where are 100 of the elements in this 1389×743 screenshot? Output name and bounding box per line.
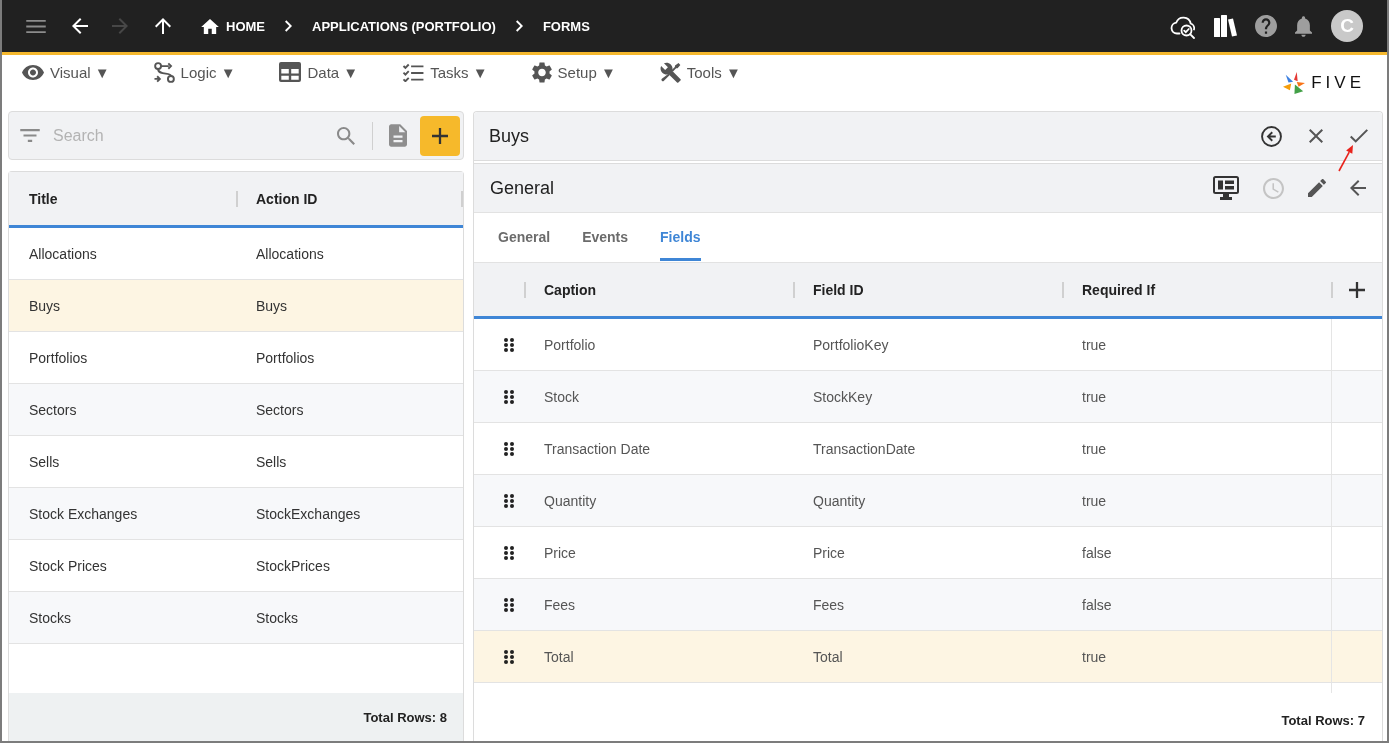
table-row[interactable]: Stock StockKey true [474,371,1382,423]
menu-button[interactable]: Setup ▼ [531,61,616,83]
drag-handle-icon[interactable] [504,389,514,404]
checklist-icon [402,62,425,82]
document-icon[interactable] [389,124,407,147]
table-cell: StockKey [813,388,873,405]
search-field[interactable]: Search [53,123,337,148]
list-row[interactable]: Buys Buys [9,280,463,332]
row-count: Total Rows: 8 [363,709,447,725]
search-icon[interactable] [337,126,355,145]
table-cell: StockPrices [256,557,330,574]
menu-button[interactable]: Tasks ▼ [402,61,488,83]
list-row[interactable]: Stock Exchanges StockExchanges [9,488,463,540]
table-cell: Sectors [256,401,304,418]
close-icon[interactable] [1309,129,1323,143]
table-cell: TransactionDate [813,440,916,457]
chevron-right-icon [515,20,523,32]
breadcrumb-link[interactable]: FORMS [542,18,590,34]
table-cell: Quantity [813,492,866,509]
drag-handle-icon[interactable] [504,545,514,560]
drag-handle-icon[interactable] [504,597,514,612]
column-header[interactable]: Title [9,172,236,225]
gear-icon [531,61,552,83]
table-icon [279,62,302,82]
table-row[interactable]: Quantity Quantity true [474,475,1382,527]
chevron-right-icon [285,20,292,32]
list-row[interactable]: Sectors Sectors [9,384,463,436]
table-row[interactable]: Transaction Date TransactionDate true [474,423,1382,475]
bell-icon[interactable] [1295,15,1312,37]
table-cell: Buys [256,297,288,314]
back-circle-icon[interactable] [1261,125,1282,147]
table-cell: Allocations [29,245,97,262]
table-cell: true [1082,336,1107,353]
table-row[interactable]: Total Total true [474,631,1382,683]
table-cell: Sectors [29,401,77,418]
annotation-arrow [1336,143,1356,173]
table-cell: Total [544,648,574,665]
menu-button[interactable]: Visual ▼ [22,61,110,83]
logo-text: FIVE [1311,73,1365,93]
table-cell: Buys [29,297,61,314]
table-row[interactable]: Fees Fees false [474,579,1382,631]
form-title: Buys [489,125,530,147]
menu-icon[interactable] [26,19,46,33]
menu-button[interactable]: Tools ▼ [659,61,741,83]
table-cell: true [1082,440,1107,457]
table-cell: Sells [256,453,287,470]
help-icon[interactable] [1255,15,1277,37]
eye-icon [22,64,44,80]
breadcrumb-link[interactable]: APPLICATIONS (PORTFOLIO) [312,18,496,34]
plus-icon [432,127,448,144]
table-cell: Price [544,544,576,561]
table-cell: true [1082,492,1107,509]
table-cell: true [1082,648,1107,665]
pencil-icon[interactable] [1308,179,1326,197]
add-button[interactable] [420,115,460,156]
back-arrow-icon[interactable] [1350,180,1366,196]
table-cell: Portfolios [29,349,88,366]
plus-icon[interactable] [1348,281,1365,298]
search-bar[interactable]: Search [8,111,464,160]
table-cell: Allocations [256,245,324,262]
table-cell: PortfolioKey [813,336,889,353]
drag-handle-icon[interactable] [504,337,514,352]
drag-handle-icon[interactable] [504,493,514,508]
table-cell: Stock Prices [29,557,107,574]
breadcrumb-link[interactable]: HOME [201,18,265,34]
books-icon[interactable] [1213,14,1237,38]
table-cell: false [1082,544,1112,561]
table-row[interactable]: Portfolio PortfolioKey true [474,319,1382,371]
tab[interactable]: Events [582,213,629,261]
section-title: General [490,177,555,199]
row-count: Total Rows: 7 [1281,712,1365,728]
table-cell: false [1082,596,1112,613]
table-cell: Stock [544,388,579,405]
up-arrow-icon[interactable] [155,18,171,34]
table-cell: Transaction Date [544,440,651,457]
table-cell: Fees [544,596,576,613]
table-cell: Stock Exchanges [29,505,138,522]
menu-button[interactable]: Data ▼ [279,61,359,83]
filter-icon[interactable] [20,129,40,142]
flow-icon [153,61,175,83]
table-cell: Fees [813,596,845,613]
drag-handle-icon[interactable] [504,441,514,456]
back-arrow-icon[interactable] [72,18,88,34]
tab[interactable]: General [498,213,551,261]
table-cell: Quantity [544,492,597,509]
table-cell: Price [813,544,845,561]
table-cell: Stocks [256,609,298,626]
menu-button[interactable]: Logic ▼ [153,61,236,83]
table-cell: Stocks [29,609,71,626]
table-cell: Sells [29,453,60,470]
list-row[interactable]: Stocks Stocks [9,592,463,644]
pinwheel-logo-icon [1283,72,1306,94]
table-cell: Portfolios [256,349,315,366]
monitor-icon[interactable] [1213,176,1239,200]
home-icon [201,18,219,34]
check-icon[interactable] [1350,129,1368,143]
table-row[interactable]: Price Price false [474,527,1382,579]
table-cell: StockExchanges [256,505,361,522]
drag-handle-icon[interactable] [504,649,514,664]
table-cell: Portfolio [544,336,596,353]
